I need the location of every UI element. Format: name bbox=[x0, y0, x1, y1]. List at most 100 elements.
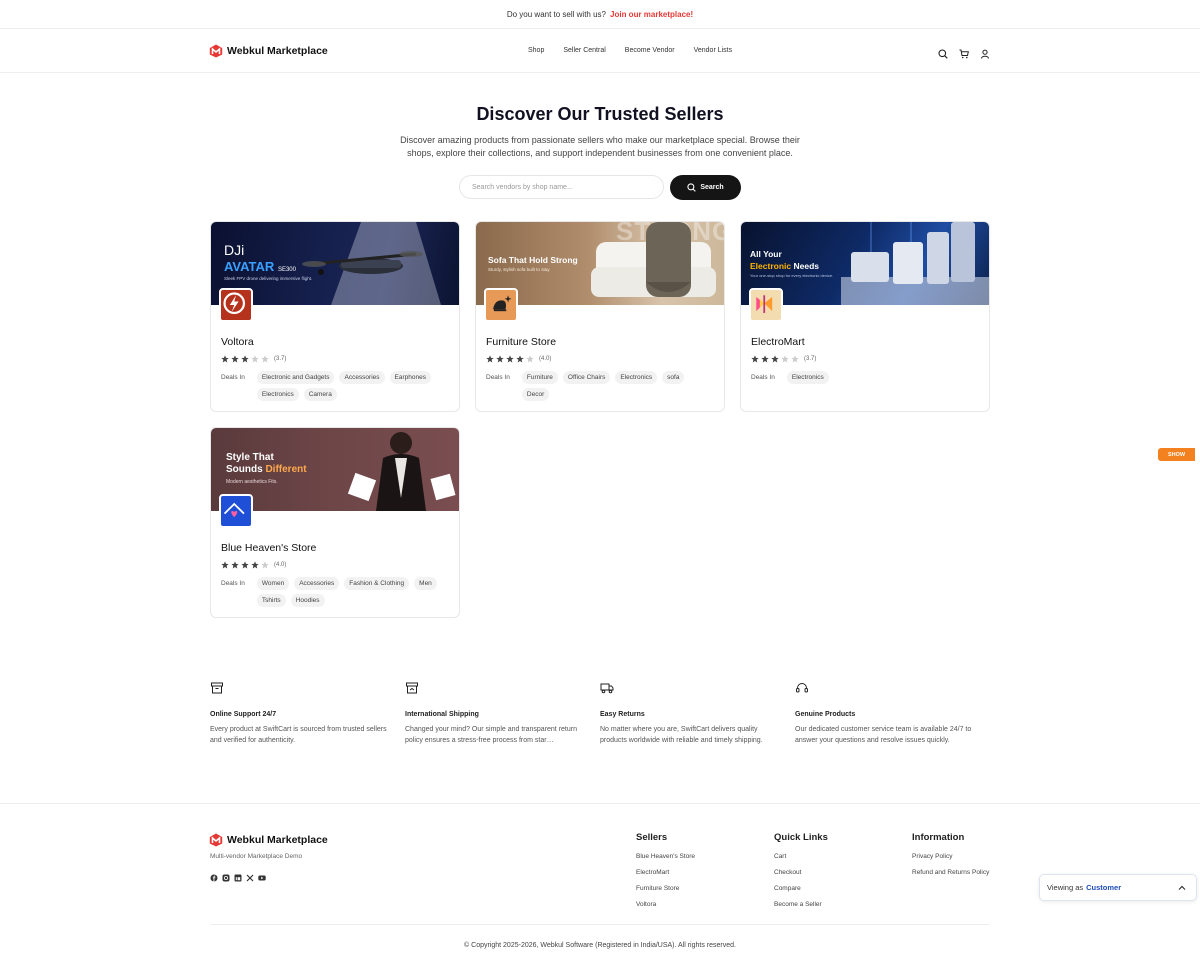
footer-link[interactable]: Checkout bbox=[774, 869, 828, 876]
user-icon[interactable] bbox=[980, 46, 990, 59]
vendor-avatar bbox=[749, 288, 783, 322]
vendor-name[interactable]: Blue Heaven's Store bbox=[221, 542, 316, 554]
brand-logo[interactable]: Webkul Marketplace bbox=[209, 44, 328, 58]
social-links bbox=[210, 869, 266, 882]
viewing-as-role: Customer bbox=[1086, 883, 1122, 892]
vendor-search-input[interactable]: Search vendors by shop name... bbox=[459, 175, 664, 199]
footer-brand-logo[interactable]: Webkul Marketplace bbox=[209, 833, 328, 847]
category-tag[interactable]: Fashion & Clothing bbox=[344, 577, 410, 590]
banner-tagline: Your one-stop shop for every electronic … bbox=[750, 273, 834, 278]
search-icon[interactable] bbox=[938, 46, 948, 59]
category-tag[interactable]: Furniture bbox=[521, 371, 558, 384]
category-tag[interactable]: Men bbox=[414, 577, 437, 590]
footer-link[interactable]: Voltora bbox=[636, 901, 695, 908]
category-tag[interactable]: Tshirts bbox=[256, 594, 286, 607]
chevron-up-icon[interactable] bbox=[1178, 884, 1186, 892]
feature-text: Every product at SwiftCart is sourced fr… bbox=[210, 726, 387, 744]
category-tag[interactable]: Earphones bbox=[389, 371, 431, 384]
star-filled-icon bbox=[241, 355, 249, 363]
vendor-avatar bbox=[219, 494, 253, 528]
headset-icon bbox=[796, 683, 808, 693]
category-tag[interactable]: Electronics bbox=[615, 371, 658, 384]
archive-box-icon bbox=[211, 682, 223, 694]
vendor-name[interactable]: ElectroMart bbox=[751, 336, 805, 348]
category-tag[interactable]: Electronics bbox=[256, 388, 299, 401]
footer-col-sellers: Sellers Blue Heaven's Store ElectroMart … bbox=[636, 832, 695, 917]
footer-link[interactable]: Compare bbox=[774, 885, 828, 892]
nav-link-become-vendor[interactable]: Become Vendor bbox=[625, 47, 675, 54]
category-tag[interactable]: Camera bbox=[303, 388, 337, 401]
cart-icon[interactable] bbox=[959, 46, 969, 59]
star-filled-icon bbox=[241, 561, 249, 569]
deals-label: Deals In bbox=[751, 374, 775, 381]
feature-title: International Shipping bbox=[405, 711, 479, 718]
star-empty-icon bbox=[781, 355, 789, 363]
vendor-deals: Deals In Electronics bbox=[751, 371, 981, 384]
star-filled-icon bbox=[221, 561, 229, 569]
star-filled-icon bbox=[771, 355, 779, 363]
nav-link-vendor-lists[interactable]: Vendor Lists bbox=[694, 47, 733, 54]
category-tag[interactable]: Office Chairs bbox=[562, 371, 611, 384]
youtube-icon[interactable] bbox=[258, 869, 266, 881]
x-icon[interactable] bbox=[246, 869, 254, 882]
star-empty-icon bbox=[791, 355, 799, 363]
category-tag[interactable]: Accessories bbox=[339, 371, 385, 384]
linkedin-icon[interactable] bbox=[234, 869, 242, 882]
feature-title: Online Support 24/7 bbox=[210, 711, 277, 718]
category-tag[interactable]: Electronics bbox=[786, 371, 829, 384]
vendor-card-electromart[interactable]: All Your Electronic Needs Your one-stop … bbox=[740, 221, 990, 412]
vendor-name[interactable]: Voltora bbox=[221, 336, 254, 348]
star-filled-icon bbox=[506, 355, 514, 363]
footer-link[interactable]: Privacy Policy bbox=[912, 853, 989, 860]
star-filled-icon bbox=[751, 355, 759, 363]
footer-divider bbox=[210, 924, 990, 925]
tag-list: Furniture Office Chairs Electronics sofa Dec… bbox=[521, 371, 716, 401]
instagram-icon[interactable] bbox=[222, 869, 230, 882]
join-marketplace-link[interactable]: Join our marketplace! bbox=[610, 10, 693, 19]
star-empty-icon bbox=[251, 355, 259, 363]
banner-headline: Sofa That Hold Strong bbox=[488, 255, 578, 265]
footer-link[interactable]: Cart bbox=[774, 853, 828, 860]
copyright: © Copyright 2025-2026, Webkul Software (… bbox=[464, 942, 736, 949]
page-subtitle: Discover amazing products from passionat… bbox=[400, 135, 800, 158]
star-empty-icon bbox=[261, 355, 269, 363]
announcement-text: Do you want to sell with us? bbox=[506, 9, 607, 19]
search-button[interactable]: Search bbox=[670, 175, 741, 200]
webkul-logo-icon bbox=[209, 44, 223, 58]
banner-headline: Style That bbox=[226, 452, 274, 463]
nav-link-shop[interactable]: Shop bbox=[528, 47, 544, 54]
category-tag[interactable]: sofa bbox=[662, 371, 685, 384]
footer-col-information: Information Privacy Policy Refund and Re… bbox=[912, 832, 989, 885]
category-tag[interactable]: Accessories bbox=[294, 577, 340, 590]
footer-link[interactable]: Become a Seller bbox=[774, 901, 828, 908]
vendor-name[interactable]: Furniture Store bbox=[486, 336, 556, 348]
vendor-card-blue-heavens-store[interactable]: Style That Sounds Different Modern aesth… bbox=[210, 427, 460, 618]
feature-item: International Shipping Changed your mind… bbox=[405, 681, 600, 746]
tag-list: Electronic and Gadgets Accessories Earphon… bbox=[256, 371, 451, 401]
viewing-as-widget[interactable]: Viewing as Customer bbox=[1039, 874, 1197, 901]
footer-link[interactable]: Refund and Returns Policy bbox=[912, 869, 989, 876]
deals-label: Deals In bbox=[221, 374, 245, 381]
viewing-as-label: Viewing as bbox=[1047, 883, 1084, 892]
footer-link[interactable]: ElectroMart bbox=[636, 869, 695, 876]
category-tag[interactable]: Electronic and Gadgets bbox=[256, 371, 335, 384]
footer-link[interactable]: Furniture Store bbox=[636, 885, 695, 892]
vendor-card-furniture-store[interactable]: STRONG Sofa That Hold Strong Sturdy, sty… bbox=[475, 221, 725, 412]
category-tag[interactable]: Decor bbox=[521, 388, 550, 401]
footer-col-title: Information bbox=[912, 832, 965, 843]
nav-menu: Shop Seller Central Become Vendor Vendor… bbox=[528, 47, 732, 54]
deals-label: Deals In bbox=[221, 580, 245, 587]
nav-link-seller-central[interactable]: Seller Central bbox=[563, 47, 605, 54]
show-tab[interactable]: SHOW bbox=[1158, 448, 1195, 461]
rating-value: (4.0) bbox=[274, 562, 287, 568]
announcement-bar: Do you want to sell with us? Join our ma… bbox=[0, 0, 1200, 29]
rating-value: (3.7) bbox=[274, 356, 287, 362]
facebook-icon[interactable] bbox=[210, 869, 218, 882]
star-filled-icon bbox=[221, 355, 229, 363]
vendor-avatar bbox=[484, 288, 518, 322]
category-tag[interactable]: Women bbox=[256, 577, 290, 590]
feature-item: Genuine Products Our dedicated customer … bbox=[795, 681, 990, 746]
vendor-card-voltora[interactable]: DJi AVATAR SE300 Sleek FPV drone deliver… bbox=[210, 221, 460, 412]
category-tag[interactable]: Hoodies bbox=[290, 594, 325, 607]
footer-link[interactable]: Blue Heaven's Store bbox=[636, 853, 695, 860]
